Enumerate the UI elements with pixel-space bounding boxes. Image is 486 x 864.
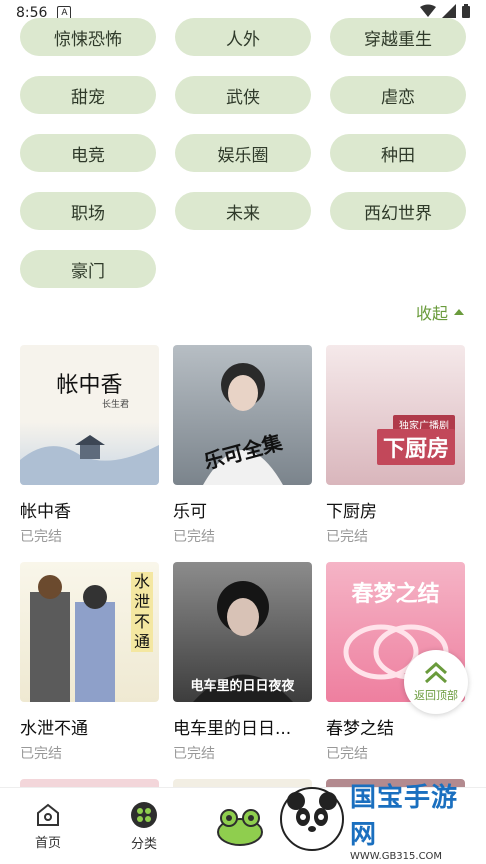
double-chevron-up-icon <box>424 661 448 684</box>
collapse-button[interactable]: 收起 <box>416 300 464 324</box>
book-status: 已完结 <box>20 746 62 762</box>
tag-chip[interactable]: 甜宠 <box>20 76 156 114</box>
book-status: 已完结 <box>173 746 215 762</box>
watermark-url: WWW.GB315.COM <box>350 850 443 862</box>
book-cover: 水泄不通 <box>20 562 159 702</box>
book-card[interactable]: 电车里的日日夜夜 电车里的日日... 已完结 <box>173 562 312 763</box>
book-cover: 帐中香 长生君 <box>20 345 159 485</box>
tag-chip[interactable]: 未来 <box>175 192 311 230</box>
frog-icon <box>217 809 263 846</box>
book-title: 乐可 <box>173 502 207 522</box>
tag-chip[interactable]: 人外 <box>175 18 311 56</box>
cover-title: 帐中香 <box>56 373 123 398</box>
tag-chip[interactable]: 娱乐圈 <box>175 134 311 172</box>
pavilion-illustration <box>20 435 159 485</box>
nav-home[interactable]: 首页 <box>0 802 96 851</box>
book-card[interactable]: 独家广播剧 下厨房 下厨房 已完结 <box>326 345 465 546</box>
tag-chip[interactable]: 穿越重生 <box>330 18 466 56</box>
book-title: 春梦之结 <box>326 719 394 739</box>
book-cover: 独家广播剧 下厨房 <box>326 345 465 485</box>
book-status: 已完结 <box>326 529 368 545</box>
cover-title: 电车里的日日夜夜 <box>190 679 295 694</box>
book-cover: 电车里的日日夜夜 <box>173 562 312 702</box>
tag-chip[interactable]: 虐恋 <box>330 76 466 114</box>
tag-chip[interactable]: 电竞 <box>20 134 156 172</box>
tag-chip[interactable]: 惊悚恐怖 <box>20 18 156 56</box>
tag-chip[interactable]: 种田 <box>330 134 466 172</box>
tag-chip[interactable]: 豪门 <box>20 250 156 288</box>
book-card[interactable]: 水泄不通 水泄不通 已完结 <box>20 562 159 763</box>
category-icon <box>131 801 157 828</box>
caret-up-icon <box>454 309 464 315</box>
book-title: 下厨房 <box>326 502 377 522</box>
nav-frog[interactable] <box>192 806 288 846</box>
nav-category[interactable]: 分类 <box>96 801 192 852</box>
book-card[interactable]: 帐中香 长生君 帐中香 已完结 <box>20 345 159 546</box>
cover-title: 下厨房 <box>376 429 455 465</box>
book-status: 已完结 <box>20 529 62 545</box>
battery-icon <box>462 4 470 22</box>
book-status: 已完结 <box>326 746 368 762</box>
cover-title: 水泄不通 <box>131 572 153 652</box>
book-title: 电车里的日日... <box>173 719 292 739</box>
cover-subtitle: 长生君 <box>101 400 129 410</box>
tag-chip[interactable]: 武侠 <box>175 76 311 114</box>
book-status: 已完结 <box>173 529 215 545</box>
book-cover: 乐可全集 <box>173 345 312 485</box>
book-title: 水泄不通 <box>20 719 88 739</box>
tag-chip[interactable]: 职场 <box>20 192 156 230</box>
panda-logo <box>280 787 344 851</box>
book-title: 帐中香 <box>20 502 71 522</box>
back-to-top-button[interactable]: 返回顶部 <box>404 650 468 714</box>
book-card[interactable]: 乐可全集 乐可 已完结 <box>173 345 312 546</box>
watermark: 国宝手游网 WWW.GB315.COM <box>280 783 476 862</box>
home-icon <box>37 803 59 826</box>
tag-chip[interactable]: 西幻世界 <box>330 192 466 230</box>
watermark-text: 国宝手游网 <box>350 782 459 850</box>
